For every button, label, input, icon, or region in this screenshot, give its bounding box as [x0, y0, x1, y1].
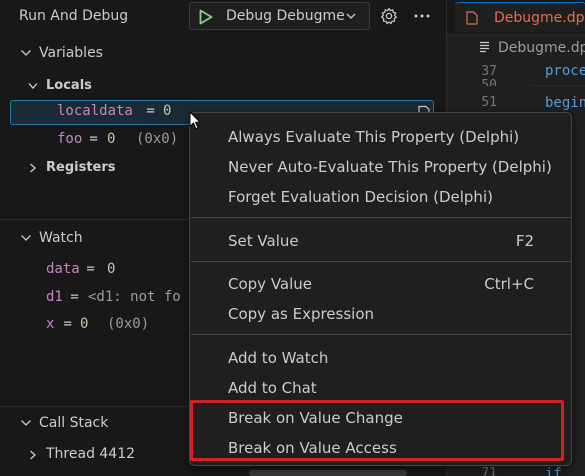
sidebar-header: Run And Debug Debug Debugme: [0, 0, 446, 33]
menu-item-label: Copy Value: [228, 275, 313, 293]
chevron-right-icon[interactable]: [29, 163, 37, 173]
annotation-highlight-box: [190, 400, 564, 461]
tab-label: Debugme.dpr: [494, 10, 585, 26]
breadcrumb[interactable]: Debugme.dpr: [447, 33, 585, 56]
chevron-right-icon[interactable]: [29, 450, 37, 460]
gear-icon[interactable]: [380, 7, 398, 25]
context-menu: Always Evaluate This Property (Delphi) N…: [189, 112, 572, 466]
sidebar-title: Run And Debug: [19, 8, 129, 24]
line-number: 51: [481, 95, 497, 110]
code-fragment: if: [545, 466, 562, 476]
menu-item-forget-evaluation[interactable]: Forget Evaluation Decision (Delphi): [191, 182, 571, 210]
menu-item-never-auto-evaluate[interactable]: Never Auto-Evaluate This Property (Delph…: [191, 152, 571, 180]
watch-expression: x: [46, 316, 55, 332]
watch-section-title: Watch: [39, 230, 83, 246]
watch-equals: =: [78, 261, 104, 277]
watch-hex: (0x0): [107, 316, 150, 332]
launch-config-dropdown[interactable]: Debug Debugme: [189, 2, 370, 30]
more-icon[interactable]: [414, 14, 430, 18]
watch-equals: =: [55, 316, 81, 332]
variable-value: 0: [163, 103, 172, 119]
variables-section-header[interactable]: Variables: [0, 43, 446, 65]
file-icon: [466, 11, 478, 25]
launch-config-name: Debug Debugme: [226, 8, 344, 24]
line-number: 37: [481, 64, 497, 79]
chevron-down-icon[interactable]: [28, 82, 38, 90]
chevron-down-icon[interactable]: [20, 49, 32, 57]
menu-item-shortcut: Ctrl+C: [484, 275, 534, 293]
menu-item-label: Set Value: [228, 232, 299, 250]
file-lines-icon: [480, 41, 489, 53]
menu-item-shortcut: F2: [515, 232, 534, 250]
variables-section-title: Variables: [39, 45, 103, 61]
variable-equals: =: [138, 103, 164, 119]
menu-separator: [191, 217, 571, 218]
menu-item-label: Add to Watch: [228, 349, 329, 367]
sticky-scroll-divider: [531, 85, 585, 86]
line-number: 50: [481, 78, 497, 86]
watch-value: <d1: not fo: [88, 289, 181, 305]
breadcrumb-file: Debugme.dpr: [498, 40, 585, 56]
code-line: begin: [545, 95, 585, 111]
play-icon[interactable]: [199, 9, 213, 25]
watch-equals: =: [62, 289, 88, 305]
menu-item-label: Never Auto-Evaluate This Property (Delph…: [228, 158, 552, 176]
mouse-cursor-icon: [189, 111, 201, 130]
line-number: 71: [481, 466, 497, 476]
variable-equals: =: [81, 131, 107, 147]
menu-separator: [191, 261, 571, 262]
variable-name: localdata: [57, 103, 133, 119]
variable-value: 0: [107, 131, 116, 147]
watch-expression: data: [46, 261, 80, 277]
registers-label: Registers: [46, 160, 116, 175]
call-stack-section-title: Call Stack: [39, 415, 109, 431]
menu-item-label: Forget Evaluation Decision (Delphi): [228, 188, 493, 206]
menu-item-add-to-watch[interactable]: Add to Watch: [191, 343, 571, 371]
menu-item-label: Always Evaluate This Property (Delphi): [228, 128, 520, 146]
watch-expression: d1: [46, 289, 63, 305]
locals-label: Locals: [46, 78, 92, 93]
menu-item-always-evaluate[interactable]: Always Evaluate This Property (Delphi): [191, 122, 571, 150]
variable-hex: (0x0): [136, 131, 179, 147]
variable-name: foo: [57, 131, 83, 147]
menu-item-label: Add to Chat: [228, 379, 317, 397]
chevron-down-icon[interactable]: [20, 234, 32, 242]
chevron-down-icon[interactable]: [20, 419, 32, 427]
tab-debugme[interactable]: Debugme.dpr: [455, 2, 585, 32]
code-line: proce: [545, 63, 585, 79]
menu-item-label: Copy as Expression: [228, 305, 375, 323]
watch-value: 0: [107, 261, 116, 277]
menu-item-set-value[interactable]: Set Value F2: [191, 226, 571, 254]
watch-value: 0: [80, 316, 89, 332]
menu-item-copy-as-expression[interactable]: Copy as Expression: [191, 299, 571, 327]
menu-item-add-to-chat[interactable]: Add to Chat: [191, 373, 571, 401]
menu-item-copy-value[interactable]: Copy Value Ctrl+C: [191, 269, 571, 297]
editor-tab-bar: Debugme.dpr: [447, 0, 585, 33]
horizontal-scrollbar[interactable]: [249, 470, 407, 476]
chevron-down-icon[interactable]: [346, 12, 356, 20]
menu-separator: [191, 334, 571, 335]
thread-label: Thread 4412: [46, 446, 136, 462]
locals-scope[interactable]: Locals: [0, 75, 446, 97]
